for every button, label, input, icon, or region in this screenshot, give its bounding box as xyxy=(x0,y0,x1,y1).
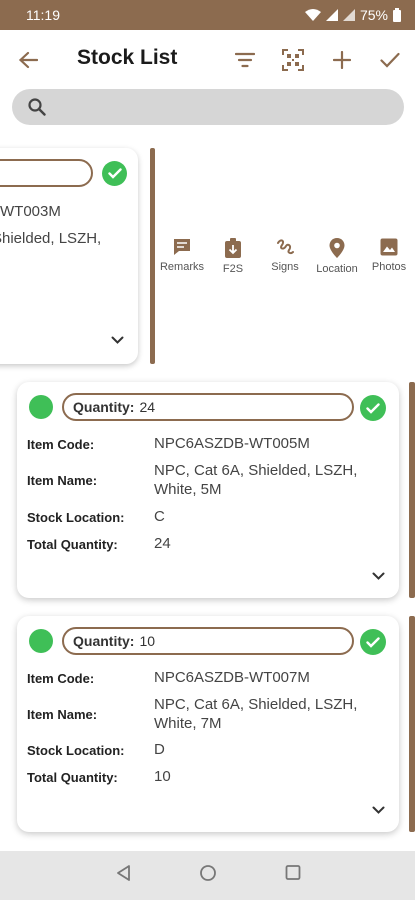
quantity-pill[interactable]: Quantity: 10 xyxy=(62,627,354,655)
item-name-label: Item Name: xyxy=(27,707,98,722)
battery-icon xyxy=(393,8,401,22)
quantity-label: Quantity: xyxy=(73,399,135,415)
stock-location-value: C xyxy=(154,508,165,525)
quantity-label: Quantity: xyxy=(73,633,135,649)
status-time: 11:19 xyxy=(26,7,60,23)
swiped-stock-card[interactable]: WT003M Shielded, LSZH, xyxy=(0,148,138,364)
nav-back-icon[interactable] xyxy=(115,864,131,882)
filter-icon xyxy=(235,52,255,68)
quantity-pill[interactable]: Quantity: 24 xyxy=(62,393,354,421)
item-code-label: Item Code: xyxy=(27,437,95,452)
verified-check[interactable] xyxy=(360,395,386,421)
total-quantity-label: Total Quantity: xyxy=(27,770,118,785)
item-code-value: WT003M xyxy=(0,203,61,220)
location-icon xyxy=(329,238,345,258)
nav-home-icon[interactable] xyxy=(199,864,217,882)
photos-icon xyxy=(380,238,398,256)
status-dot xyxy=(29,395,53,419)
item-code-value: NPC6ASZDB-WT007M xyxy=(154,669,310,686)
back-button[interactable] xyxy=(10,42,46,78)
total-quantity-value: 10 xyxy=(154,768,171,785)
app-bar: Stock List xyxy=(0,30,415,90)
total-quantity-label: Total Quantity: xyxy=(27,537,118,552)
verified-check[interactable] xyxy=(360,629,386,655)
item-name-value: NPC, Cat 6A, Shielded, LSZH, White, 7M xyxy=(154,696,358,732)
remarks-action[interactable]: Remarks xyxy=(154,238,210,273)
item-code-label: Item Code: xyxy=(27,671,95,686)
chevron-down-icon[interactable] xyxy=(372,806,385,815)
check-icon xyxy=(366,402,380,414)
card-edge xyxy=(409,616,415,832)
qr-scan-icon xyxy=(282,49,304,71)
check-icon xyxy=(366,636,380,648)
check-icon xyxy=(107,168,122,179)
wifi-icon xyxy=(304,9,321,21)
plus-icon xyxy=(333,51,351,69)
nav-recents-icon[interactable] xyxy=(285,864,301,882)
item-name-value: NPC, Cat 6A, Shielded, LSZH, White, 5M xyxy=(154,462,358,498)
location-action[interactable]: Location xyxy=(309,238,365,275)
signal-icon-secondary xyxy=(342,9,355,21)
item-name-label: Item Name: xyxy=(27,473,98,488)
quantity-pill[interactable] xyxy=(0,159,93,187)
card-edge xyxy=(409,382,415,598)
system-nav-bar xyxy=(0,851,415,900)
stock-location-label: Stock Location: xyxy=(27,743,125,758)
confirm-button[interactable] xyxy=(372,42,408,78)
chevron-down-icon[interactable] xyxy=(372,572,385,581)
scan-button[interactable] xyxy=(275,42,311,78)
item-name-value: Shielded, LSZH, xyxy=(0,230,102,247)
photos-action[interactable]: Photos xyxy=(361,238,415,273)
arrow-back-icon xyxy=(18,51,38,69)
status-dot xyxy=(29,629,53,653)
stock-location-value: D xyxy=(154,741,165,758)
swipe-actions: Remarks F2S Signs Location Photos xyxy=(156,238,415,286)
add-button[interactable] xyxy=(324,42,360,78)
stock-card[interactable]: Quantity: 24 Item Code: NPC6ASZDB-WT005M… xyxy=(17,382,399,598)
signs-action[interactable]: Signs xyxy=(257,238,313,273)
quantity-value: 10 xyxy=(139,633,156,649)
chevron-down-icon[interactable] xyxy=(111,336,124,345)
verified-check[interactable] xyxy=(102,161,127,186)
stock-location-label: Stock Location: xyxy=(27,510,125,525)
check-icon xyxy=(380,52,400,68)
f2s-action[interactable]: F2S xyxy=(205,238,261,275)
search-input[interactable] xyxy=(54,98,404,116)
search-icon xyxy=(28,98,46,116)
page-title: Stock List xyxy=(77,46,178,69)
quantity-value: 24 xyxy=(139,399,156,415)
stock-card[interactable]: Quantity: 10 Item Code: NPC6ASZDB-WT007M… xyxy=(17,616,399,832)
filter-button[interactable] xyxy=(227,42,263,78)
signs-icon xyxy=(277,239,294,255)
f2s-icon xyxy=(225,238,241,258)
signal-icon xyxy=(325,9,338,21)
item-code-value: NPC6ASZDB-WT005M xyxy=(154,435,310,452)
remarks-icon xyxy=(174,239,190,255)
search-bar[interactable] xyxy=(12,89,404,125)
battery-percent: 75% xyxy=(359,7,388,23)
status-bar: 11:19 75% xyxy=(0,0,415,30)
total-quantity-value: 24 xyxy=(154,535,171,552)
